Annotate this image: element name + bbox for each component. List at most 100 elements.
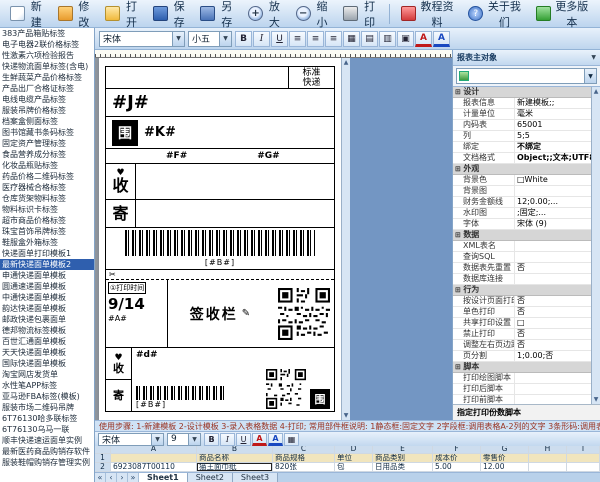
align-right-button[interactable]: ≡ <box>325 31 342 47</box>
sheet-font-color-button[interactable]: A <box>252 433 267 446</box>
property-row[interactable]: 列 5;5 <box>453 131 591 142</box>
property-row[interactable]: 打印绘图脚本 <box>453 373 591 384</box>
template-list-item[interactable]: 圆通速递面单模板 <box>0 281 94 292</box>
signature-label[interactable]: 签收栏 <box>190 304 238 324</box>
stub-barcode[interactable] <box>136 386 224 400</box>
property-value[interactable]: 否 <box>515 340 591 350</box>
property-row[interactable]: 文档格式 Object;;文本;UTF8 <box>453 153 591 164</box>
property-value[interactable] <box>479 230 591 240</box>
grid-column-header[interactable]: D <box>335 446 373 454</box>
property-row[interactable]: 数据表先重置 否 <box>453 263 591 274</box>
barcode[interactable] <box>125 230 315 256</box>
receiver-cell[interactable]: ♥ 收 <box>106 164 136 199</box>
scroll-up-icon[interactable]: ▲ <box>344 59 349 66</box>
template-list-item[interactable]: 申通快递面单模板 <box>0 270 94 281</box>
grid-cell[interactable] <box>529 454 567 463</box>
property-row[interactable]: 计量单位 毫米 <box>453 109 591 120</box>
property-value[interactable]: 5;5 <box>515 131 591 141</box>
scroll-up-icon[interactable]: ▲ <box>594 88 599 95</box>
sheet-bold-button[interactable]: B <box>204 433 219 446</box>
property-row[interactable]: 打印后脚本 <box>453 384 591 395</box>
align-center-button[interactable]: ≡ <box>307 31 324 47</box>
stub-barcode-caption[interactable]: [#B#] <box>136 400 258 409</box>
font-family-select[interactable]: 宋体 ▼ <box>99 31 185 47</box>
property-row[interactable]: 打印前脚本 <box>453 395 591 404</box>
property-row[interactable]: 查询SQL <box>453 252 591 263</box>
tab-sheet3[interactable]: Sheet3 <box>233 473 278 482</box>
grid-column-header[interactable]: E <box>373 446 433 454</box>
sheet-italic-button[interactable]: I <box>220 433 235 446</box>
property-row[interactable]: 行为 <box>453 285 591 296</box>
template-list-item[interactable]: 服装鞋帽购销存管理实例 <box>0 457 94 468</box>
sheet-font-select[interactable]: 宋体 ▼ <box>98 433 164 446</box>
grid-column-header[interactable]: F <box>433 446 481 454</box>
property-row[interactable]: 财务金额线 12;0.00;... <box>453 197 591 208</box>
next-sheet-icon[interactable]: › <box>117 473 128 482</box>
date-field[interactable]: 9/14 <box>108 295 165 313</box>
scroll-down-icon[interactable]: ▼ <box>344 412 349 419</box>
property-value[interactable]: 宋体 (9) <box>515 219 591 229</box>
design-page[interactable]: 标准 快递 #J# 围 #K# #F# <box>99 58 341 420</box>
grid-cell[interactable]: 5.00 <box>433 463 481 472</box>
service-type-box[interactable]: 标准 快递 <box>288 67 334 88</box>
sheet-font-size-select[interactable]: 9 ▼ <box>167 433 201 446</box>
property-value[interactable]: 65001 <box>515 120 591 130</box>
template-list-item[interactable]: 顺丰快递速运面单实例 <box>0 435 94 446</box>
property-value[interactable]: ;固定;... <box>515 208 591 218</box>
field-d[interactable]: #d# <box>136 350 258 360</box>
template-list-item[interactable]: 固定资产管理标签 <box>0 138 94 149</box>
property-row[interactable]: 共享打印设置 □ <box>453 318 591 329</box>
property-row[interactable]: 绑定 不绑定 <box>453 142 591 153</box>
qrcode-button[interactable]: ▣ <box>397 31 414 47</box>
property-value[interactable] <box>515 186 591 196</box>
stub-brand-logo[interactable]: 围 <box>310 389 330 409</box>
design-canvas[interactable]: 标准 快递 #J# 围 #K# #F# <box>95 50 452 420</box>
property-row[interactable]: 页分割 1;0.00;否 <box>453 351 591 362</box>
underline-button[interactable]: U <box>271 31 288 47</box>
property-value[interactable] <box>515 395 591 404</box>
grid-cell[interactable]: 包 <box>335 463 373 472</box>
grid-cell[interactable]: 商品类别 <box>373 454 433 463</box>
template-list-item[interactable]: 水性笔APP标签 <box>0 380 94 391</box>
template-list-item[interactable]: 电子电器2联价格标签 <box>0 39 94 50</box>
grid-column-header[interactable]: A <box>111 446 197 454</box>
template-list-item[interactable]: 药品价格二维码标签 <box>0 171 94 182</box>
template-list-item[interactable]: 物料标识卡标签 <box>0 204 94 215</box>
template-list-item[interactable]: 快递物流面单标签(含电) <box>0 61 94 72</box>
template-list-item[interactable]: 德邦物流标签模板 <box>0 325 94 336</box>
grid-cell[interactable] <box>111 454 197 463</box>
grid-column-header[interactable]: H <box>529 446 567 454</box>
template-list-item[interactable]: 快递面单打印模板1 <box>0 248 94 259</box>
first-sheet-icon[interactable]: « <box>95 473 106 482</box>
tab-sheet2[interactable]: Sheet2 <box>188 473 233 482</box>
table-button[interactable]: ▦ <box>343 31 360 47</box>
field-f[interactable]: #F# <box>166 151 187 161</box>
stub-sender-cell[interactable]: 寄 <box>106 380 131 411</box>
property-row[interactable]: 背景图 <box>453 186 591 197</box>
sender-cell[interactable]: 寄 <box>106 200 136 227</box>
property-row[interactable]: 单色打印 否 <box>453 307 591 318</box>
barcode-caption[interactable]: [#B#] <box>205 258 235 267</box>
template-list-item[interactable]: 中通快递面单模板 <box>0 292 94 303</box>
property-row[interactable]: 报表信息 新建模板;; <box>453 98 591 109</box>
property-row[interactable]: 脚本 <box>453 362 591 373</box>
template-list-item[interactable]: 产品出厂合格证标签 <box>0 83 94 94</box>
property-value[interactable] <box>515 384 591 394</box>
property-value[interactable]: 不绑定 <box>515 142 591 152</box>
grid-cell[interactable]: 成本价 <box>433 454 481 463</box>
template-list-item[interactable]: 图书馆藏书条码标签 <box>0 127 94 138</box>
property-row[interactable]: 数据 <box>453 230 591 241</box>
template-list-item[interactable]: 最新医药商品购销存软件 <box>0 446 94 457</box>
property-value[interactable]: 1;0.00;否 <box>515 351 591 361</box>
template-list-item[interactable]: 仓库货架物料标签 <box>0 193 94 204</box>
align-left-button[interactable]: ≡ <box>289 31 306 47</box>
property-value[interactable] <box>515 274 591 284</box>
property-row[interactable]: 调整左右页边距 否 <box>453 340 591 351</box>
property-value[interactable] <box>479 164 591 174</box>
stub-receiver-cell[interactable]: ♥ 收 <box>106 348 131 380</box>
property-value[interactable] <box>515 252 591 262</box>
template-list-item[interactable]: 淘宝网店发货单 <box>0 369 94 380</box>
property-value[interactable] <box>479 362 591 372</box>
grid-cell[interactable]: 猫王面巾纸 <box>197 463 273 472</box>
template-list-item[interactable]: 国际快递面单模板 <box>0 358 94 369</box>
